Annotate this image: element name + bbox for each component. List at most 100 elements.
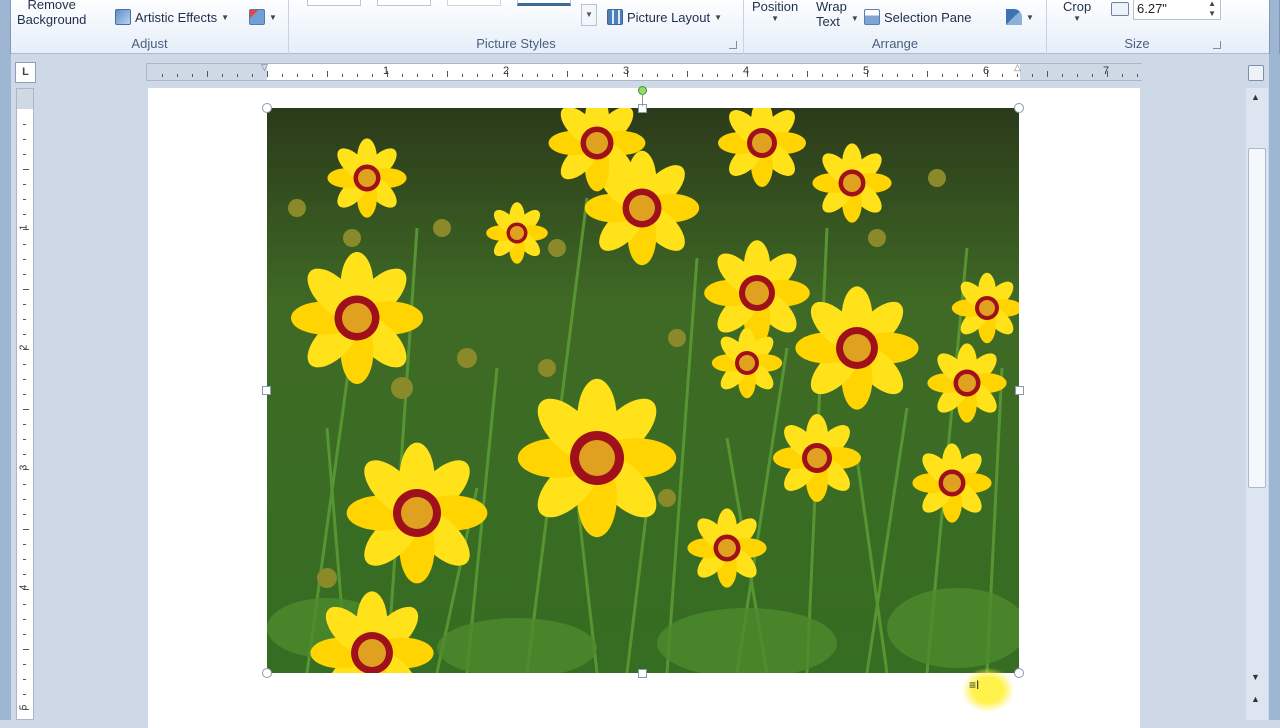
ruler-tick (23, 289, 29, 290)
ruler-tick (23, 499, 26, 500)
flower-picture[interactable] (267, 108, 1019, 673)
ruler-tick (1137, 74, 1138, 77)
right-indent-marker-icon[interactable]: △ (1014, 62, 1021, 73)
ruler-tick (23, 154, 26, 155)
ruler-tick (23, 694, 26, 695)
flower-photo (267, 108, 1019, 673)
ruler-tick (792, 74, 793, 77)
ruler-tick (432, 74, 433, 77)
ruler-icon (1248, 65, 1264, 81)
ruler-number: 4 (18, 584, 30, 591)
picture-styles-group: ▼ Picture Layout ▼ Picture Styles (289, 0, 744, 54)
size-group: Crop ▼ 6.27" ▲ ▼ Size (1047, 0, 1227, 54)
adjust-group-label: Adjust (131, 36, 168, 51)
ruler-tick (23, 484, 26, 485)
resize-handle-right[interactable] (1015, 386, 1024, 395)
ruler-tick (687, 71, 688, 77)
resize-handle-bottom[interactable] (638, 669, 647, 678)
reset-picture-button[interactable]: ▼ (249, 9, 277, 25)
ruler-tick (522, 74, 523, 77)
ruler-tick (312, 74, 313, 77)
picture-layout-icon (607, 9, 623, 25)
ruler-tick (612, 74, 613, 77)
ruler-tick (582, 74, 583, 77)
text-cursor-icon: ≡I (969, 678, 980, 692)
position-button[interactable]: Position ▼ (752, 0, 798, 23)
chevron-down-icon: ▼ (1073, 14, 1082, 23)
ruler-tick (282, 74, 283, 77)
ruler-tick (23, 244, 26, 245)
size-group-label: Size (1124, 36, 1150, 51)
ruler-tick (23, 424, 26, 425)
width-icon (1111, 2, 1129, 16)
scroll-down-icon[interactable]: ▼ (1251, 672, 1260, 682)
ruler-tick (23, 124, 26, 125)
ruler-tick (1002, 74, 1003, 77)
indent-marker-icon[interactable]: ▽ (261, 62, 268, 73)
ruler-tick (23, 574, 26, 575)
ruler-tick (342, 74, 343, 77)
ruler-tick (23, 214, 26, 215)
style-thumbnail-4[interactable] (517, 0, 571, 6)
style-thumbnail-2[interactable] (377, 0, 431, 6)
ruler-tick (762, 74, 763, 77)
previous-page-icon[interactable]: ▲ (1251, 694, 1260, 704)
ruler-tick (657, 74, 658, 77)
ruler-tick (23, 364, 26, 365)
width-field[interactable]: 6.27" ▲ ▼ (1133, 0, 1221, 20)
ruler-tick (23, 634, 26, 635)
chevron-down-icon: ▼ (221, 12, 230, 22)
ruler-tick (23, 319, 26, 320)
ruler-number: 2 (18, 344, 30, 351)
scroll-up-icon[interactable]: ▲ (1251, 92, 1260, 102)
selection-pane-icon (864, 9, 880, 25)
horizontal-ruler[interactable]: 1 2 3 4 5 6 7 ▽ △ (146, 62, 1142, 81)
size-dialog-launcher[interactable] (1213, 41, 1221, 49)
ruler-tick (717, 74, 718, 77)
ruler-tick (192, 74, 193, 77)
selection-pane-label: Selection Pane (884, 9, 972, 25)
crop-button[interactable]: Crop ▼ (1063, 0, 1091, 23)
scroll-thumb[interactable] (1248, 148, 1266, 488)
position-label: Position (752, 0, 799, 14)
view-ruler-button[interactable] (1245, 62, 1269, 84)
spinner-icon[interactable]: ▲ ▼ (1208, 0, 1216, 19)
ruler-tick (1092, 74, 1093, 77)
styles-gallery-more-button[interactable]: ▼ (581, 4, 597, 26)
artistic-effects-button[interactable]: Artistic Effects ▼ (115, 9, 229, 25)
vertical-scrollbar[interactable]: ▲ ▼ ▲ (1246, 88, 1268, 720)
ruler-tick (357, 74, 358, 77)
ruler-tick (417, 74, 418, 77)
ruler-tick (957, 74, 958, 77)
remove-background-button[interactable]: Remove Background (17, 0, 86, 27)
ruler-tick (777, 74, 778, 77)
resize-handle-bottom-left[interactable] (262, 668, 272, 678)
vertical-ruler[interactable]: 1 2 3 4 5 (16, 88, 34, 720)
ruler-tick (23, 559, 26, 560)
resize-handle-top-right[interactable] (1014, 103, 1024, 113)
picture-layout-button[interactable]: Picture Layout ▼ (607, 9, 722, 25)
adjust-group: Remove Background Artistic Effects ▼ ▼ A… (11, 0, 289, 54)
ruler-tick (372, 74, 373, 77)
rotate-button[interactable]: ▼ (1006, 9, 1034, 25)
resize-handle-bottom-right[interactable] (1014, 668, 1024, 678)
wrap-text-button[interactable]: Wrap Text ▼ (816, 0, 859, 29)
style-thumbnail-1[interactable] (307, 0, 361, 6)
picture-styles-dialog-launcher[interactable] (729, 41, 737, 49)
window-left-edge (0, 0, 11, 54)
ruler-number: 4 (743, 65, 750, 77)
resize-handle-left[interactable] (262, 386, 271, 395)
reset-picture-icon (249, 9, 265, 25)
rotate-handle-line (642, 94, 643, 106)
ruler-number: 5 (863, 65, 870, 77)
width-value: 6.27" (1137, 1, 1167, 16)
ribbon: Remove Background Artistic Effects ▼ ▼ A… (0, 0, 1280, 54)
tab-selector[interactable]: L (15, 62, 36, 83)
resize-handle-top-left[interactable] (262, 103, 272, 113)
top-margin-shade (17, 89, 33, 109)
window-right-frame (1269, 54, 1280, 720)
ruler-tick (23, 619, 26, 620)
style-thumbnail-3[interactable] (447, 0, 501, 6)
selection-pane-button[interactable]: Selection Pane (864, 9, 971, 25)
arrange-group: Position ▼ Wrap Text ▼ Selection Pane ▼ … (744, 0, 1047, 54)
